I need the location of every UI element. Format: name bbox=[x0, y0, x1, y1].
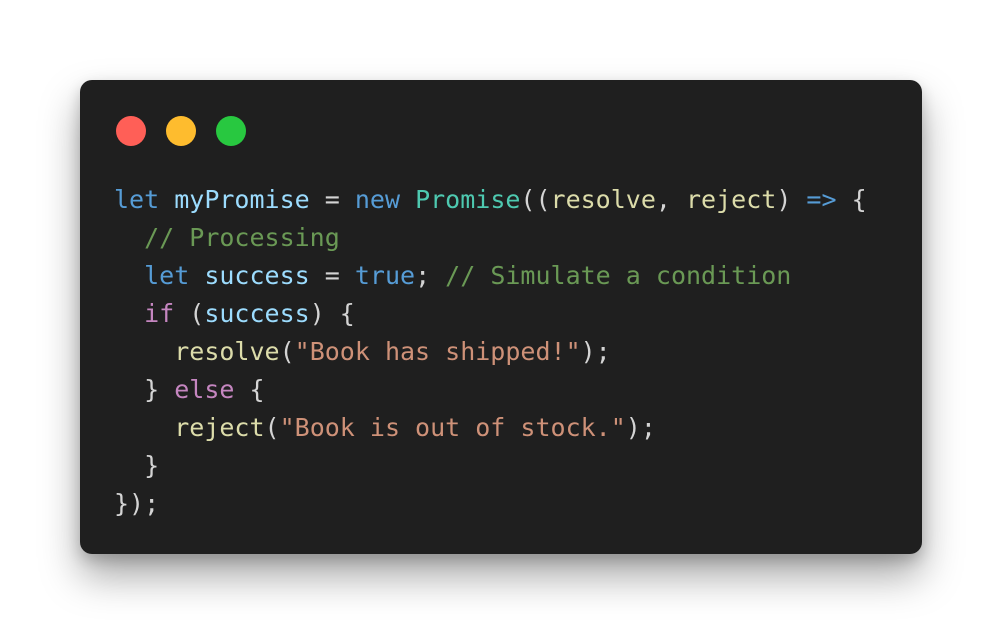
code-block: let myPromise = new Promise((resolve, re… bbox=[114, 181, 867, 523]
minimize-dot-icon[interactable] bbox=[166, 116, 196, 146]
comment: // Simulate a condition bbox=[445, 261, 792, 290]
keyword-if: if bbox=[144, 299, 175, 328]
code-line-3: let success = true; // Simulate a condit… bbox=[144, 261, 792, 290]
code-line-5: resolve("Book has shipped!"); bbox=[174, 337, 611, 366]
string-literal: "Book has shipped!" bbox=[294, 337, 581, 366]
code-line-6: } else { bbox=[144, 375, 265, 404]
class-promise: Promise bbox=[415, 185, 521, 214]
window-controls bbox=[116, 116, 246, 146]
code-line-8: } bbox=[144, 451, 160, 480]
keyword-new: new bbox=[354, 185, 400, 214]
literal-true: true bbox=[354, 261, 416, 290]
comment: // Processing bbox=[144, 223, 340, 252]
maximize-dot-icon[interactable] bbox=[216, 116, 246, 146]
identifier-success: success bbox=[204, 299, 310, 328]
arrow-operator: => bbox=[806, 185, 837, 214]
string-literal: "Book is out of stock." bbox=[279, 413, 626, 442]
code-line-1: let myPromise = new Promise((resolve, re… bbox=[114, 185, 867, 214]
code-window: let myPromise = new Promise((resolve, re… bbox=[80, 80, 922, 554]
stage: let myPromise = new Promise((resolve, re… bbox=[0, 0, 1002, 634]
code-line-2: // Processing bbox=[114, 219, 867, 257]
code-line-4: if (success) { bbox=[144, 299, 355, 328]
close-dot-icon[interactable] bbox=[116, 116, 146, 146]
code-line-7: reject("Book is out of stock."); bbox=[174, 413, 656, 442]
code-line-9: }); bbox=[114, 489, 160, 518]
keyword-else: else bbox=[174, 375, 235, 404]
keyword-let: let bbox=[114, 185, 160, 214]
identifier-mypromise: myPromise bbox=[174, 185, 310, 214]
identifier-success: success bbox=[204, 261, 310, 290]
keyword-let: let bbox=[144, 261, 190, 290]
param-reject: reject bbox=[686, 185, 777, 214]
call-reject: reject bbox=[174, 413, 265, 442]
call-resolve: resolve bbox=[174, 337, 280, 366]
param-resolve: resolve bbox=[550, 185, 656, 214]
